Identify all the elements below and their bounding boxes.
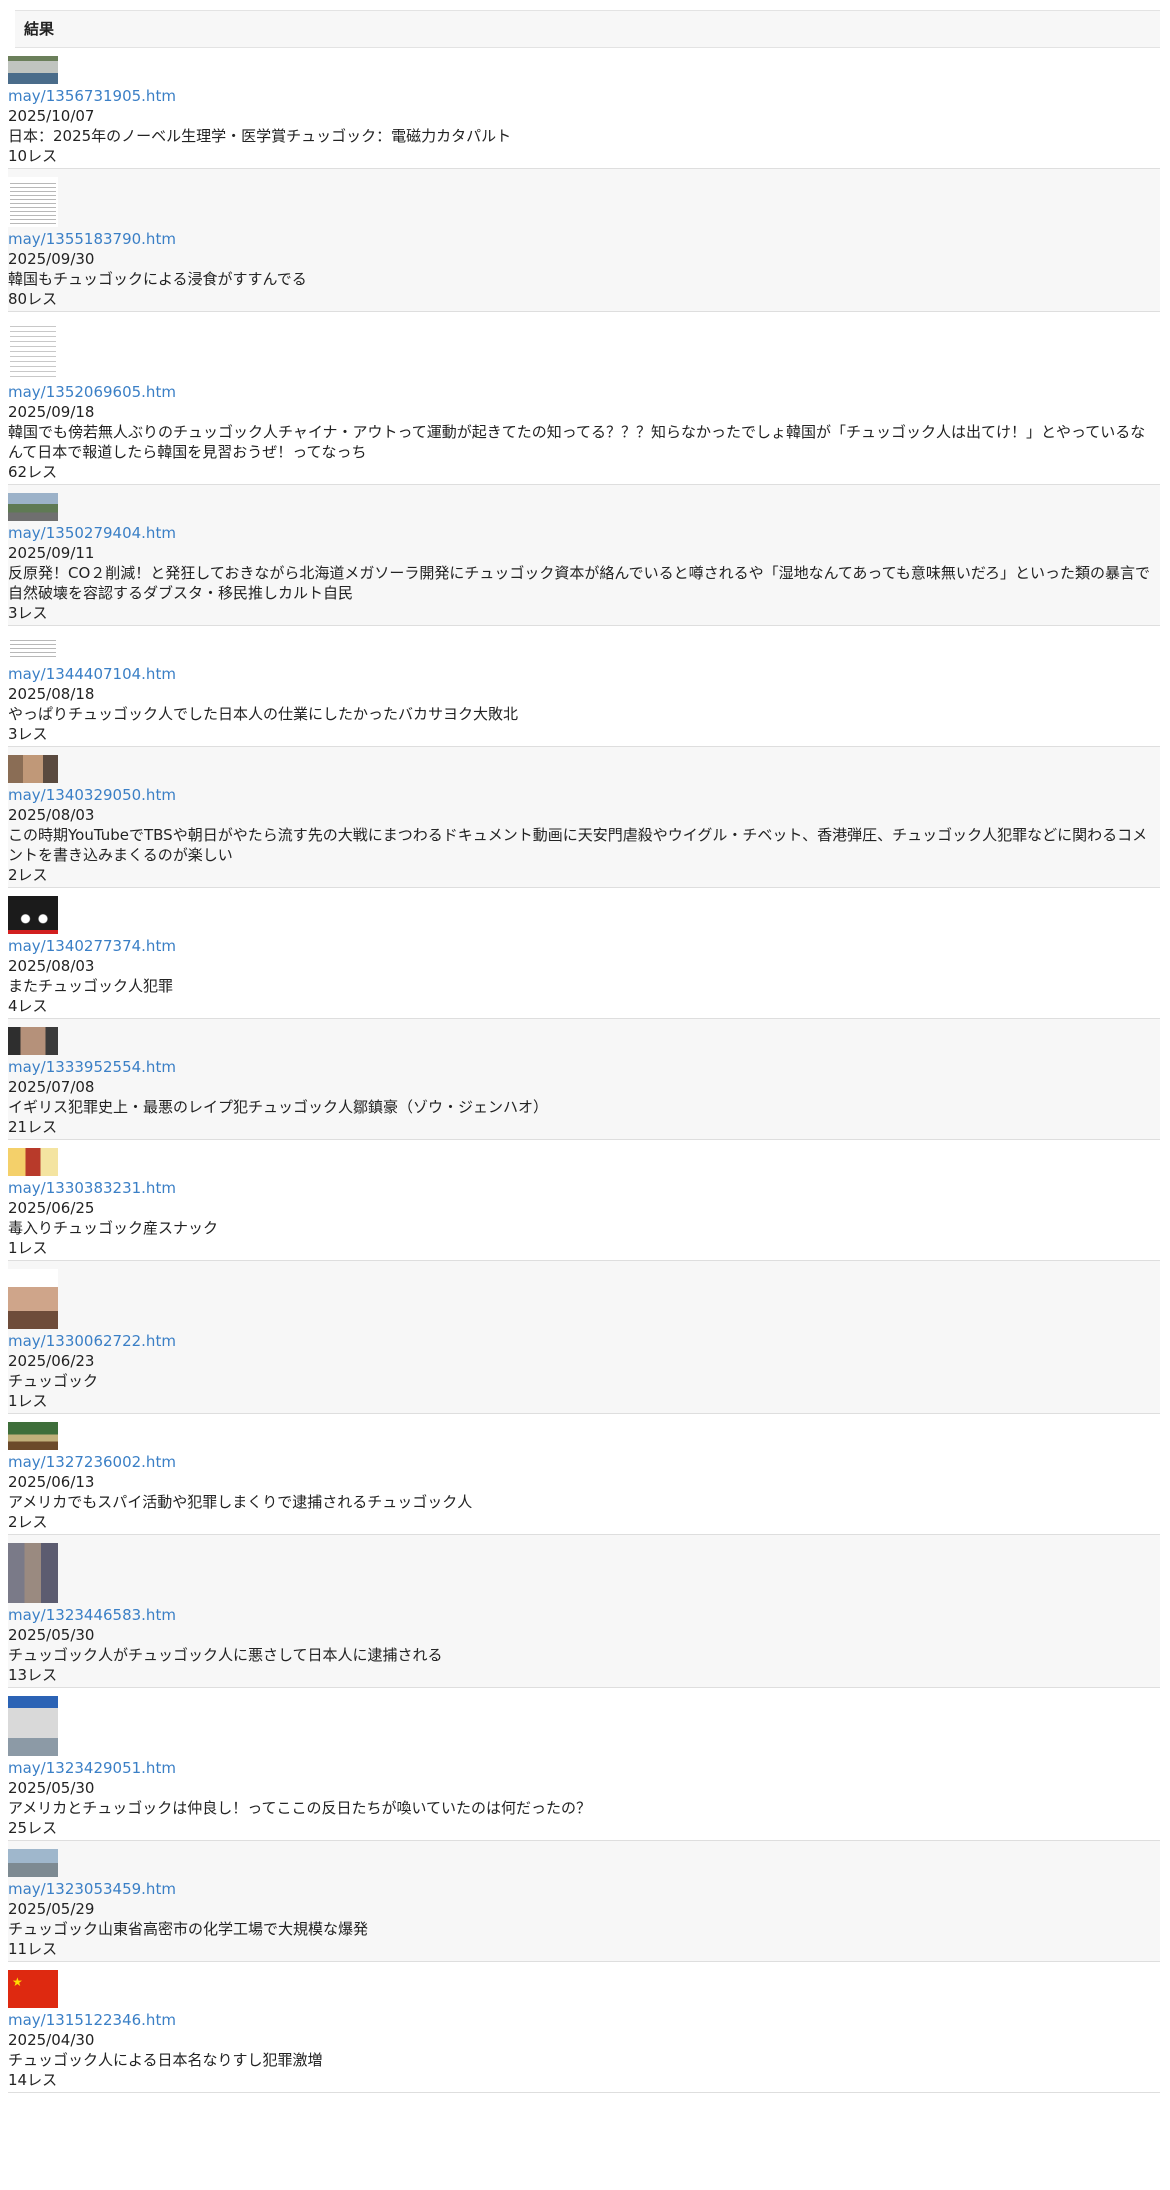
reply-count: 62レス	[8, 463, 58, 481]
thumbnail-image[interactable]	[8, 1696, 58, 1756]
post-date: 2025/06/13	[8, 1473, 95, 1491]
thumbnail-image[interactable]	[8, 896, 58, 934]
reply-count: 4レス	[8, 997, 48, 1015]
thread-title: またチュッゴック人犯罪	[8, 977, 174, 995]
thread-title: 韓国でも傍若無人ぶりのチュッゴック人チャイナ・アウトって運動が起きてたの知ってる…	[8, 423, 1146, 461]
list-item: may/1323053459.htm 2025/05/29 チュッゴック山東省高…	[8, 1841, 1160, 1962]
thread-title: イギリス犯罪史上・最悪のレイプ犯チュッゴック人鄒鎮豪（ゾウ・ジェンハオ）	[8, 1098, 549, 1116]
thread-link[interactable]: may/1340329050.htm	[8, 785, 1160, 805]
reply-count: 25レス	[8, 1819, 58, 1837]
thread-title: 毒入りチュッゴック産スナック	[8, 1219, 219, 1237]
reply-count: 21レス	[8, 1118, 58, 1136]
thread-title: アメリカでもスパイ活動や犯罪しまくりで逮捕されるチュッゴック人	[8, 1493, 473, 1511]
list-item: may/1323429051.htm 2025/05/30 アメリカとチュッゴッ…	[8, 1688, 1160, 1841]
list-item: may/1352069605.htm 2025/09/18 韓国でも傍若無人ぶり…	[8, 312, 1160, 485]
post-date: 2025/07/08	[8, 1078, 95, 1096]
list-item: may/1327236002.htm 2025/06/13 アメリカでもスパイ活…	[8, 1414, 1160, 1535]
reply-count: 1レス	[8, 1239, 48, 1257]
thumbnail-image[interactable]	[8, 56, 58, 84]
post-date: 2025/09/30	[8, 250, 95, 268]
reply-count: 3レス	[8, 604, 48, 622]
thread-title: 韓国もチュッゴックによる浸食がすすんでる	[8, 270, 307, 288]
thread-link[interactable]: may/1340277374.htm	[8, 936, 1160, 956]
thread-link[interactable]: may/1323429051.htm	[8, 1758, 1160, 1778]
thumbnail-image[interactable]	[8, 1148, 58, 1176]
post-date: 2025/05/30	[8, 1779, 95, 1797]
post-date: 2025/08/03	[8, 957, 95, 975]
thread-link[interactable]: may/1350279404.htm	[8, 523, 1160, 543]
results-header: 結果	[15, 10, 1160, 48]
reply-count: 14レス	[8, 2071, 58, 2089]
thread-link[interactable]: may/1315122346.htm	[8, 2010, 1160, 2030]
reply-count: 11レス	[8, 1940, 58, 1958]
thumbnail-image[interactable]	[8, 1027, 58, 1055]
thread-link[interactable]: may/1333952554.htm	[8, 1057, 1160, 1077]
thread-title: チュッゴック山東省高密市の化学工場で大規模な爆発	[8, 1920, 369, 1938]
thread-link[interactable]: may/1355183790.htm	[8, 229, 1160, 249]
post-date: 2025/08/03	[8, 806, 95, 824]
results-panel: 結果 may/1356731905.htm 2025/10/07 日本：2025…	[8, 10, 1160, 2093]
thread-link[interactable]: may/1323446583.htm	[8, 1605, 1160, 1625]
thumbnail-image[interactable]	[8, 634, 58, 662]
post-date: 2025/06/23	[8, 1352, 95, 1370]
post-date: 2025/09/11	[8, 544, 95, 562]
thumbnail-image[interactable]	[8, 1970, 58, 2008]
list-item: may/1350279404.htm 2025/09/11 反原発！CO２削減！…	[8, 485, 1160, 626]
thread-title: チュッゴック人による日本名なりすし犯罪激増	[8, 2051, 323, 2069]
list-item: may/1356731905.htm 2025/10/07 日本：2025年のノ…	[8, 48, 1160, 169]
thread-title: この時期YouTubeでTBSや朝日がやたら流す先の大戦にまつわるドキュメント動…	[8, 826, 1148, 864]
thread-title: 日本：2025年のノーベル生理学・医学賞チュッゴック：電磁力カタパルト	[8, 127, 512, 145]
post-date: 2025/05/30	[8, 1626, 95, 1644]
list-item: may/1340329050.htm 2025/08/03 この時期YouTub…	[8, 747, 1160, 888]
thread-title: アメリカとチュッゴックは仲良し！ってここの反日たちが喚いていたのは何だったの？	[8, 1799, 592, 1817]
thread-link[interactable]: may/1330062722.htm	[8, 1331, 1160, 1351]
thumbnail-image[interactable]	[8, 493, 58, 521]
thumbnail-image[interactable]	[8, 177, 58, 227]
thread-link[interactable]: may/1352069605.htm	[8, 382, 1160, 402]
thumbnail-image[interactable]	[8, 1543, 58, 1603]
reply-count: 80レス	[8, 290, 58, 308]
post-date: 2025/08/18	[8, 685, 95, 703]
thread-link[interactable]: may/1330383231.htm	[8, 1178, 1160, 1198]
post-date: 2025/10/07	[8, 107, 95, 125]
thread-link[interactable]: may/1344407104.htm	[8, 664, 1160, 684]
list-item: may/1333952554.htm 2025/07/08 イギリス犯罪史上・最…	[8, 1019, 1160, 1140]
thread-title: チュッゴック	[8, 1372, 99, 1390]
thread-link[interactable]: may/1323053459.htm	[8, 1879, 1160, 1899]
reply-count: 13レス	[8, 1666, 58, 1684]
post-date: 2025/05/29	[8, 1900, 95, 1918]
reply-count: 2レス	[8, 866, 48, 884]
list-item: may/1330062722.htm 2025/06/23 チュッゴック 1レス	[8, 1261, 1160, 1414]
list-item: may/1315122346.htm 2025/04/30 チュッゴック人による…	[8, 1962, 1160, 2093]
post-date: 2025/04/30	[8, 2031, 95, 2049]
reply-count: 10レス	[8, 147, 58, 165]
list-item: may/1330383231.htm 2025/06/25 毒入りチュッゴック産…	[8, 1140, 1160, 1261]
list-item: may/1323446583.htm 2025/05/30 チュッゴック人がチュ…	[8, 1535, 1160, 1688]
thread-title: やっぱりチュッゴック人でした日本人の仕業にしたかったバカサヨク大敗北	[8, 705, 519, 723]
list-item: may/1344407104.htm 2025/08/18 やっぱりチュッゴック…	[8, 626, 1160, 747]
reply-count: 2レス	[8, 1513, 48, 1531]
thumbnail-image[interactable]	[8, 1422, 58, 1450]
list-item: may/1355183790.htm 2025/09/30 韓国もチュッゴックに…	[8, 169, 1160, 312]
thumbnail-image[interactable]	[8, 1269, 58, 1329]
thumbnail-image[interactable]	[8, 755, 58, 783]
thumbnail-image[interactable]	[8, 320, 58, 380]
thread-title: チュッゴック人がチュッゴック人に悪さして日本人に逮捕される	[8, 1646, 443, 1664]
thread-link[interactable]: may/1356731905.htm	[8, 86, 1160, 106]
thread-title: 反原発！CO２削減！と発狂しておきながら北海道メガソーラ開発にチュッゴック資本が…	[8, 564, 1151, 602]
thread-link[interactable]: may/1327236002.htm	[8, 1452, 1160, 1472]
thumbnail-image[interactable]	[8, 1849, 58, 1877]
reply-count: 3レス	[8, 725, 48, 743]
post-date: 2025/09/18	[8, 403, 95, 421]
list-item: may/1340277374.htm 2025/08/03 またチュッゴック人犯…	[8, 888, 1160, 1019]
post-date: 2025/06/25	[8, 1199, 95, 1217]
reply-count: 1レス	[8, 1392, 48, 1410]
